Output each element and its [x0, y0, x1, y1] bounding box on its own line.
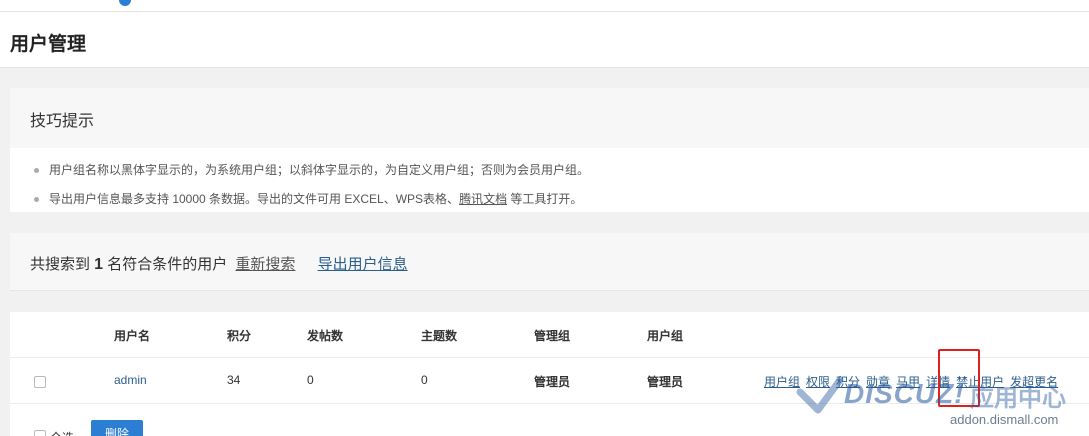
posts-value: 0: [307, 373, 314, 387]
header-user-group: 用户组: [647, 329, 684, 343]
action-rename-link[interactable]: 发超更名: [1010, 375, 1058, 389]
export-users-link[interactable]: 导出用户信息: [318, 256, 408, 273]
tips-list: 用户组名称以黑体字显示的，为系统用户组；以斜体字显示的，为自定义用户组；否则为会…: [10, 148, 1089, 214]
threads-value: 0: [421, 373, 428, 387]
action-medal-link[interactable]: 勋章: [866, 375, 890, 389]
top-bar: [0, 0, 1089, 12]
tips-panel: 技巧提示 用户组名称以黑体字显示的，为系统用户组；以斜体字显示的，为自定义用户组…: [10, 88, 1089, 212]
tips-title: 技巧提示: [10, 88, 1089, 148]
username-link[interactable]: admin: [114, 373, 147, 387]
search-result-bar: 共搜索到 1 名符合条件的用户 重新搜索 导出用户信息: [10, 233, 1089, 291]
research-link[interactable]: 重新搜索: [235, 256, 295, 273]
row-actions: 用户组 权限 积分 勋章 马甲 详情 禁止用户 发超更名: [764, 373, 1064, 390]
tip-item: 用户组名称以黑体字显示的，为系统用户组；以斜体字显示的，为自定义用户组；否则为会…: [34, 156, 1089, 185]
credits-value: 34: [227, 373, 241, 387]
action-credits-link[interactable]: 积分: [836, 375, 860, 389]
header-admin-group: 管理组: [534, 329, 571, 343]
delete-button[interactable]: 删除: [91, 420, 143, 436]
info-icon[interactable]: [119, 0, 131, 6]
user-table: 用户名 积分 发帖数 主题数 管理组 用户组 admin 34 0 0 管理员 …: [10, 312, 1089, 436]
header-username: 用户名: [114, 329, 151, 343]
tencent-docs-link[interactable]: 腾讯文档: [459, 192, 507, 206]
action-alias-link[interactable]: 马甲: [896, 375, 920, 389]
table-header-row: 用户名 积分 发帖数 主题数 管理组 用户组: [10, 312, 1089, 358]
page-header: 用户管理: [0, 12, 1089, 68]
admin-group-value: 管理员: [534, 375, 571, 389]
user-group-value: 管理员: [647, 375, 684, 389]
row-checkbox[interactable]: [34, 376, 46, 388]
page-title: 用户管理: [10, 34, 87, 55]
header-posts: 发帖数: [307, 329, 344, 343]
header-credits: 积分: [227, 329, 252, 343]
tip-item: 导出用户信息最多支持 10000 条数据。导出的文件可用 EXCEL、WPS表格…: [34, 185, 1089, 214]
header-threads: 主题数: [421, 329, 458, 343]
table-row: admin 34 0 0 管理员 管理员 用户组 权限 积分 勋章 马甲 详情 禁止用户 发超…: [10, 358, 1089, 404]
action-usergroup-link[interactable]: 用户组: [764, 375, 800, 389]
action-permission-link[interactable]: 权限: [806, 375, 830, 389]
detail-highlight-box: [938, 349, 980, 407]
select-all-label: 全选: [50, 429, 74, 436]
select-all-checkbox[interactable]: [34, 430, 46, 436]
result-count: 1: [94, 256, 104, 273]
